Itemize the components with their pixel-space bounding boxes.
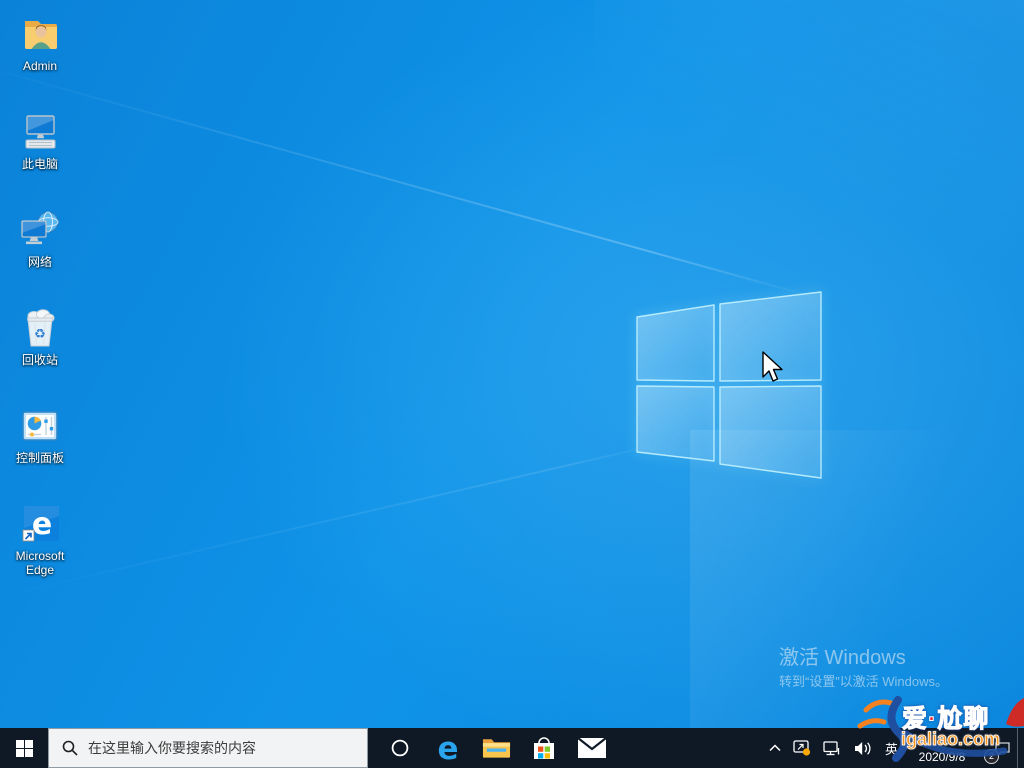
recycle-bin-icon: ♻	[18, 306, 62, 350]
action-center-button[interactable]: 2	[979, 728, 1017, 768]
tray-update-button[interactable]	[787, 728, 817, 768]
edge-taskbar-button[interactable]: e	[424, 728, 472, 768]
desktop-icon-label: 回收站	[22, 353, 58, 367]
windows-wallpaper-logo-icon	[630, 286, 830, 486]
search-icon	[62, 740, 78, 756]
desktop-icon-microsoft-edge[interactable]: e Microsoft Edge	[2, 502, 78, 577]
clock-date: 2020/9/8	[919, 750, 966, 764]
taskbar: e	[0, 728, 1024, 768]
desktop-icon-this-pc[interactable]: 此电脑	[2, 110, 78, 171]
desktop-icon-recycle-bin[interactable]: ♻ 回收站	[2, 306, 78, 367]
activation-subtitle: 转到“设置”以激活 Windows。	[779, 672, 948, 692]
monitor-alert-icon	[793, 740, 811, 756]
wallpaper-light-beam	[0, 62, 818, 299]
tray-volume-button[interactable]	[848, 728, 878, 768]
windows-logo-icon	[16, 740, 33, 757]
desktop-icon-control-panel[interactable]: 控制面板	[2, 404, 78, 465]
control-panel-icon	[18, 404, 62, 448]
wallpaper-light-beam	[594, 0, 1024, 310]
this-pc-icon	[18, 110, 62, 154]
show-desktop-button[interactable]	[1017, 728, 1024, 768]
activation-watermark: 激活 Windows 转到“设置”以激活 Windows。	[779, 646, 948, 692]
notification-count-badge: 2	[984, 749, 999, 764]
mail-icon	[577, 737, 607, 759]
tray-network-button[interactable]	[817, 728, 848, 768]
network-status-icon	[823, 741, 842, 756]
svg-text:♻: ♻	[34, 327, 46, 342]
search-input[interactable]	[88, 729, 367, 767]
chevron-up-icon	[769, 744, 781, 752]
taskbar-clock[interactable]: 2020/9/8	[905, 728, 979, 768]
desktop-icon-label: Microsoft Edge	[2, 549, 78, 577]
desktop-icon-label: Admin	[23, 59, 57, 73]
cortana-icon	[391, 739, 409, 757]
file-explorer-icon	[482, 736, 511, 760]
mail-button[interactable]	[568, 728, 616, 768]
taskbar-search	[48, 728, 368, 768]
svg-text:e: e	[32, 507, 52, 542]
activation-title: 激活 Windows	[779, 646, 948, 670]
system-tray: 英 2020/9/8 2	[763, 728, 1024, 768]
desktop-icon-label: 控制面板	[16, 451, 64, 465]
desktop-icon-admin[interactable]: Admin	[2, 12, 78, 73]
edge-icon: e	[432, 732, 464, 764]
tray-chevron-button[interactable]	[763, 728, 787, 768]
desktop-icon-label: 此电脑	[22, 157, 58, 171]
windows-desktop: Admin 此电脑 网络	[0, 0, 1024, 768]
svg-text:e: e	[437, 732, 458, 764]
file-explorer-button[interactable]	[472, 728, 520, 768]
wallpaper-light-beam	[0, 443, 662, 602]
language-indicator[interactable]: 英	[878, 728, 905, 768]
network-icon	[18, 208, 62, 252]
microsoft-store-button[interactable]	[520, 728, 568, 768]
store-icon	[531, 734, 557, 762]
microsoft-edge-icon: e	[18, 502, 62, 546]
cortana-button[interactable]	[376, 728, 424, 768]
desktop-icon-label: 网络	[28, 255, 52, 269]
start-button[interactable]	[0, 728, 48, 768]
user-folder-icon	[18, 12, 62, 56]
desktop-icon-network[interactable]: 网络	[2, 208, 78, 269]
volume-icon	[854, 741, 872, 756]
